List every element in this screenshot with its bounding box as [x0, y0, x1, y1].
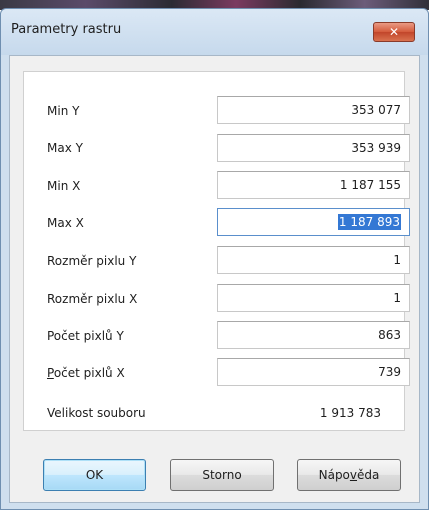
- pixel-size-y-field[interactable]: 1: [217, 246, 410, 274]
- pixel-count-x-label-rest: očet pixlů X: [53, 366, 125, 380]
- pixel-size-x-label: Rozměr pixlu X: [47, 292, 138, 306]
- pixel-count-x-label: Počet pixlů X: [47, 365, 125, 381]
- title-bar[interactable]: Parametry rastru ✕: [1, 9, 428, 55]
- ok-button[interactable]: OK: [43, 459, 146, 491]
- dialog-title: Parametry rastru: [11, 22, 122, 37]
- parameters-group: Min Y 353 077 Max Y 353 939 Min X 1 187 …: [23, 71, 410, 431]
- dialog-client-area: Min Y 353 077 Max Y 353 939 Min X 1 187 …: [9, 55, 420, 503]
- pixel-size-x-field[interactable]: 1: [217, 284, 410, 312]
- file-size-label: Velikost souboru: [47, 406, 146, 420]
- pixel-size-y-label: Rozměr pixlu Y: [47, 254, 137, 268]
- max-x-label: Max X: [47, 216, 84, 230]
- max-y-field[interactable]: 353 939: [217, 134, 410, 162]
- min-x-field[interactable]: 1 187 155: [217, 171, 410, 199]
- cancel-button[interactable]: Storno: [170, 459, 274, 491]
- file-size-value: 1 913 783: [319, 406, 381, 420]
- min-y-field[interactable]: 353 077: [217, 96, 410, 124]
- close-button[interactable]: ✕: [373, 22, 415, 42]
- close-icon: ✕: [388, 25, 400, 39]
- pixel-count-y-field[interactable]: 863: [217, 321, 410, 349]
- max-x-selected-value: 1 187 893: [337, 214, 401, 230]
- pixel-count-x-field[interactable]: 739: [217, 358, 410, 386]
- max-y-label: Max Y: [47, 141, 83, 155]
- pixel-count-x-accel: P: [47, 366, 54, 380]
- help-button[interactable]: Nápověda: [297, 459, 401, 491]
- min-x-label: Min X: [47, 179, 81, 193]
- min-y-label: Min Y: [47, 104, 80, 118]
- help-label-rest: ěda: [357, 468, 380, 482]
- max-x-field[interactable]: 1 187 893: [217, 208, 410, 236]
- dialog-window: Parametry rastru ✕ Min Y 353 077 Max Y 3…: [0, 8, 429, 510]
- help-label-accel: v: [349, 468, 358, 482]
- help-label-prefix: Nápo: [318, 468, 350, 482]
- pixel-count-y-label: Počet pixlů Y: [47, 329, 124, 343]
